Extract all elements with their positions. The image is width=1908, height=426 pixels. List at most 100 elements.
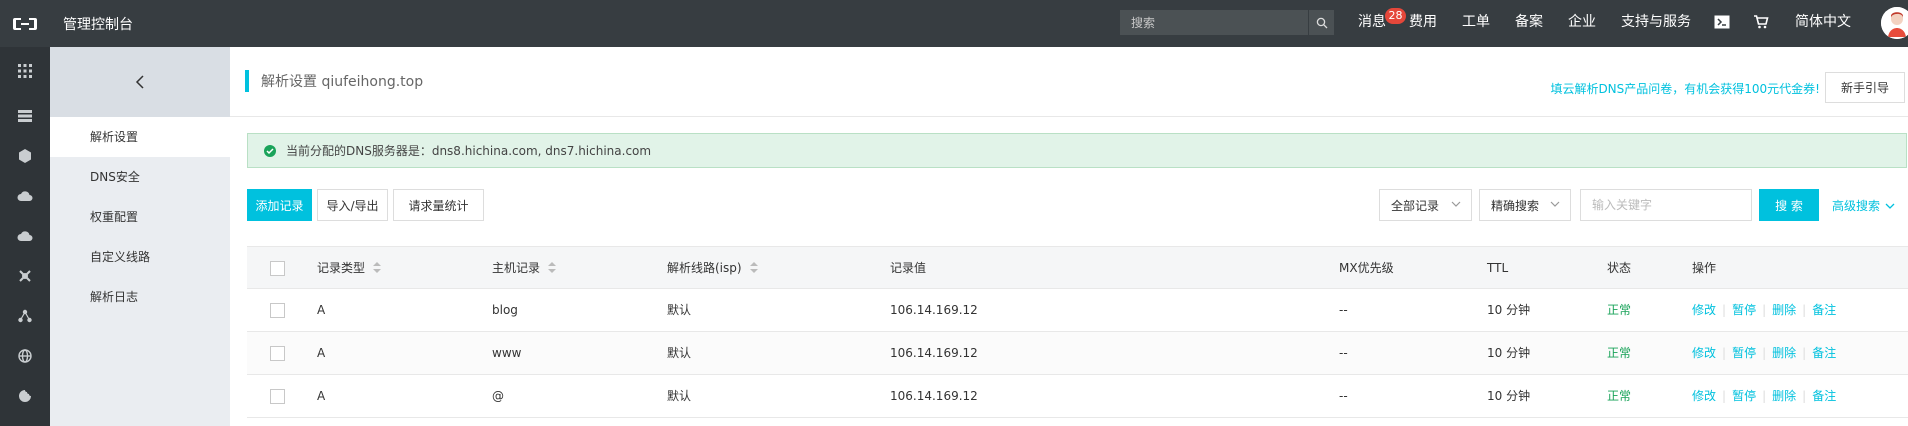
- chevron-down-icon: [1550, 201, 1560, 207]
- header-type: 记录类型: [317, 261, 366, 275]
- sort-by-host[interactable]: 主机记录: [492, 247, 557, 290]
- sidebar-collapse-button[interactable]: [50, 47, 230, 117]
- pause-link[interactable]: 暂停: [1732, 303, 1756, 317]
- record-filter-select[interactable]: 全部记录: [1379, 189, 1472, 221]
- dns-records-table: 记录类型 主机记录 解析线路(isp) 记录值 MX优先级 TTL 状态 操作 …: [247, 246, 1908, 418]
- chevron-down-icon: [1885, 203, 1895, 209]
- pause-link[interactable]: 暂停: [1732, 389, 1756, 403]
- search-icon[interactable]: [1308, 10, 1334, 35]
- select-all-checkbox[interactable]: [270, 261, 285, 276]
- cell-line: 默认: [667, 303, 692, 317]
- cell-line: 默认: [667, 389, 692, 403]
- cell-status: 正常: [1607, 303, 1632, 317]
- header-line: 解析线路(isp): [667, 261, 742, 275]
- sidebar-item-dns-logs[interactable]: 解析日志: [50, 277, 230, 317]
- nav-messages-label: 消息: [1358, 14, 1386, 30]
- globe-icon[interactable]: [15, 346, 35, 366]
- sort-by-type[interactable]: 记录类型: [317, 247, 382, 290]
- cookie-icon[interactable]: [15, 386, 35, 406]
- cell-ttl: 10 分钟: [1487, 346, 1531, 360]
- grid-icon[interactable]: [15, 61, 35, 81]
- row-checkbox[interactable]: [270, 303, 285, 318]
- keyword-input[interactable]: [1580, 189, 1752, 221]
- beginner-guide-button[interactable]: 新手引导: [1825, 72, 1905, 103]
- pause-link[interactable]: 暂停: [1732, 346, 1756, 360]
- cell-value: 106.14.169.12: [890, 346, 978, 360]
- sort-icon: [373, 261, 382, 274]
- table-row: A blog 默认 106.14.169.12 -- 10 分钟 正常 修改 | 暂…: [247, 289, 1908, 332]
- table-header-row: 记录类型 主机记录 解析线路(isp) 记录值 MX优先级 TTL 状态 操作: [247, 246, 1908, 289]
- add-record-button[interactable]: 添加记录: [247, 189, 312, 221]
- sidebar-item-weight-config[interactable]: 权重配置: [50, 197, 230, 237]
- page-header: 解析设置 qiufeihong.top: [245, 70, 423, 92]
- header-actions: 操作: [1692, 261, 1717, 275]
- main-content: 解析设置 qiufeihong.top 填云解析DNS产品问卷，有机会获得100…: [230, 47, 1908, 426]
- cell-ttl: 10 分钟: [1487, 303, 1531, 317]
- edit-link[interactable]: 修改: [1692, 346, 1716, 360]
- cell-status: 正常: [1607, 389, 1632, 403]
- advanced-search-label: 高级搜索: [1832, 199, 1881, 213]
- nav-language[interactable]: 简体中文: [1795, 0, 1851, 47]
- nav-enterprise[interactable]: 企业: [1568, 0, 1596, 47]
- note-link[interactable]: 备注: [1812, 303, 1836, 317]
- header-value: 记录值: [890, 261, 927, 275]
- import-export-button[interactable]: 导入/导出: [317, 189, 388, 221]
- row-actions: 修改 | 暂停 | 删除 | 备注: [1692, 346, 1837, 360]
- chevron-down-icon: [1451, 201, 1461, 207]
- cell-host: www: [492, 346, 522, 360]
- request-stats-button[interactable]: 请求量统计: [393, 189, 484, 221]
- cell-ttl: 10 分钟: [1487, 389, 1531, 403]
- sidebar-item-dns-security[interactable]: DNS安全: [50, 157, 230, 197]
- cell-mx: --: [1339, 389, 1348, 403]
- cube-icon[interactable]: [15, 146, 35, 166]
- cross-icon[interactable]: [15, 266, 35, 286]
- sort-by-line[interactable]: 解析线路(isp): [667, 247, 758, 290]
- header-ttl: TTL: [1487, 261, 1509, 275]
- cloud-icon[interactable]: [15, 186, 35, 206]
- sidebar-item-dns-settings[interactable]: 解析设置: [50, 117, 230, 157]
- delete-link[interactable]: 删除: [1772, 389, 1796, 403]
- sidebar-item-custom-line[interactable]: 自定义线路: [50, 237, 230, 277]
- dns-server-notice: 当前分配的DNS服务器是：dns8.hichina.com, dns7.hich…: [247, 133, 1907, 168]
- note-link[interactable]: 备注: [1812, 389, 1836, 403]
- cell-host: @: [492, 389, 504, 403]
- terminal-icon[interactable]: [1714, 15, 1730, 31]
- note-link[interactable]: 备注: [1812, 346, 1836, 360]
- edit-link[interactable]: 修改: [1692, 303, 1716, 317]
- nav-icp[interactable]: 备案: [1515, 0, 1543, 47]
- survey-promo-link[interactable]: 填云解析DNS产品问卷，有机会获得100元代金券!: [1550, 80, 1820, 97]
- global-search: [1120, 10, 1334, 35]
- header-divider: [230, 116, 1908, 117]
- nav-tickets[interactable]: 工单: [1462, 0, 1490, 47]
- search-button[interactable]: 搜 索: [1759, 189, 1819, 221]
- delete-link[interactable]: 删除: [1772, 346, 1796, 360]
- advanced-search-toggle[interactable]: 高级搜索: [1832, 197, 1895, 214]
- global-search-input[interactable]: [1120, 10, 1308, 35]
- title-accent-bar: [245, 70, 249, 92]
- record-filter-value: 全部记录: [1391, 198, 1440, 213]
- server-icon[interactable]: [15, 106, 35, 126]
- cloud-upload-icon[interactable]: [15, 226, 35, 246]
- cart-icon[interactable]: [1753, 14, 1769, 32]
- nav-messages[interactable]: 消息 28: [1358, 0, 1406, 47]
- search-mode-select[interactable]: 精确搜索: [1479, 189, 1571, 221]
- cell-mx: --: [1339, 303, 1348, 317]
- logo-icon: [13, 17, 37, 30]
- product-rail: [0, 47, 50, 426]
- cell-type: A: [317, 389, 326, 403]
- row-checkbox[interactable]: [270, 346, 285, 361]
- nav-support[interactable]: 支持与服务: [1621, 0, 1691, 47]
- delete-link[interactable]: 删除: [1772, 303, 1796, 317]
- check-circle-icon: [264, 144, 276, 157]
- user-avatar[interactable]: [1881, 7, 1908, 39]
- network-icon[interactable]: [15, 306, 35, 326]
- edit-link[interactable]: 修改: [1692, 389, 1716, 403]
- row-actions: 修改 | 暂停 | 删除 | 备注: [1692, 303, 1837, 317]
- console-title[interactable]: 管理控制台: [63, 14, 133, 34]
- row-actions: 修改 | 暂停 | 删除 | 备注: [1692, 389, 1837, 403]
- nav-billing[interactable]: 费用: [1409, 0, 1437, 47]
- sort-icon: [749, 261, 758, 274]
- row-checkbox[interactable]: [270, 389, 285, 404]
- cell-value: 106.14.169.12: [890, 303, 978, 317]
- aliyun-logo[interactable]: [0, 0, 50, 47]
